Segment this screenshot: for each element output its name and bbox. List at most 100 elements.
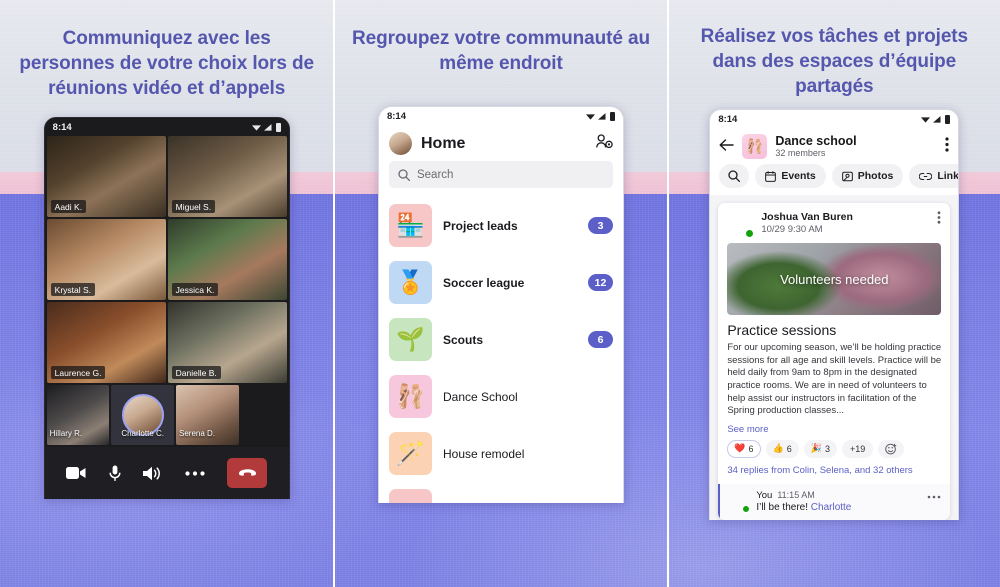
reaction-count: 3 [825,443,831,454]
list-item[interactable]: 🏅 Soccer league 12 [379,254,623,311]
post-title: Practice sessions [727,322,837,339]
reaction-overflow-count[interactable]: +19 [842,439,874,458]
list-item[interactable]: 🩰 Dance School [379,368,623,425]
list-item[interactable]: 🏪 Project leads 3 [379,197,623,254]
participant-name: Aadi K. [50,200,87,213]
add-reaction-icon[interactable] [878,439,905,458]
wifi-icon [251,124,261,131]
video-tile[interactable]: Laurence G. [46,302,166,383]
avatar[interactable] [388,132,412,155]
status-time: 8:14 [386,110,406,122]
thumbsup-emoji: 👍 [772,443,784,454]
reaction-count: 6 [748,443,754,454]
photo-icon [841,171,853,181]
phone-mockup-home: 8:14 Home Search 🏪 Project leads 3 🏅 Soc… [377,106,624,503]
video-thumb-active-speaker[interactable]: Charlotte C. [111,385,174,445]
status-icons [585,111,615,121]
microphone-icon[interactable] [108,465,121,482]
chip-search[interactable] [719,164,750,189]
post-banner-image[interactable]: Volunteers needed [727,243,942,316]
home-header: Home [379,125,623,161]
chip-label: Links [937,170,958,183]
reply-text: I’ll be there! Charlotte [756,502,920,513]
manage-people-icon[interactable] [596,133,613,154]
list-item-partial[interactable] [379,482,623,503]
reaction-bar: ❤️ 6 👍 6 🎉 3 +19 [718,439,950,465]
avatar[interactable] [727,490,751,513]
video-strip: Hillary R. Charlotte C. Serena D. [45,383,289,445]
participant-name: Krystal S. [50,283,96,296]
phone-mockup-call: 8:14 Aadi K. Miguel S. Krystal S. Jessic… [43,117,290,499]
status-icons [251,122,281,132]
panel-communities: Regroupez votre communauté au même endro… [333,0,666,587]
search-placeholder: Search [416,168,454,181]
wifi-icon [921,116,931,123]
avatar[interactable] [727,211,755,239]
participant-name: Hillary R. [49,429,83,438]
more-vertical-icon[interactable] [945,136,949,157]
link-icon [919,172,933,180]
video-tile[interactable]: Jessica K. [167,219,287,300]
chip-photos[interactable]: Photos [831,164,904,189]
video-tile[interactable]: Miguel S. [167,136,287,217]
more-vertical-icon[interactable] [937,211,941,229]
community-icon: 🌱 [388,318,432,361]
reaction-celebrate[interactable]: 🎉 3 [803,439,838,458]
chip-links[interactable]: Links [909,164,959,189]
list-item[interactable]: 🪄 House remodel [379,425,623,482]
community-name: Project leads [442,218,518,233]
replies-summary[interactable]: 34 replies from Colin, Selena, and 32 ot… [718,465,950,484]
community-icon [388,489,432,503]
reaction-thumbsup[interactable]: 👍 6 [765,439,799,458]
participant-name: Jessica K. [171,283,219,296]
reaction-heart[interactable]: ❤️ 6 [727,439,761,458]
banner-caption: Volunteers needed [780,271,889,287]
community-icon: 🩰 [388,375,432,418]
mention-link[interactable]: Charlotte [811,502,852,513]
speaker-icon[interactable] [143,466,162,481]
video-thumb[interactable]: Hillary R. [46,385,110,445]
back-arrow-icon[interactable] [719,138,735,156]
search-icon [398,168,410,181]
status-time: 8:14 [718,113,738,125]
search-input[interactable]: Search [388,161,613,188]
participant-name: Serena D. [179,429,216,438]
chip-events[interactable]: Events [755,164,826,189]
video-thumb[interactable] [241,385,287,445]
channel-members: 32 members [775,148,826,159]
more-icon[interactable] [185,470,205,476]
panel-headline: Réalisez vos tâches et projets dans des … [700,26,968,97]
community-name: House remodel [442,446,525,461]
community-name: Dance School [442,389,518,404]
hangup-icon[interactable] [227,458,268,488]
video-tile[interactable]: Krystal S. [46,219,166,300]
presence-available-icon [745,229,755,239]
participant-name: Charlotte C. [121,429,164,438]
camera-icon[interactable] [65,466,86,480]
video-grid: Aadi K. Miguel S. Krystal S. Jessica K. … [45,136,289,383]
signal-icon [933,115,941,123]
unread-badge: 3 [587,217,613,234]
post-author: Joshua Van Buren [761,211,853,224]
post-card: Joshua Van Buren 10/29 9:30 AM Volunteer… [718,203,951,520]
promo-screenshot: Communiquez avec les personnes de votre … [0,0,1000,587]
post-header: Joshua Van Buren 10/29 9:30 AM [718,203,950,243]
phone-mockup-channel: 8:14 🩰 Dance school 32 members Events Ph… [709,109,960,520]
more-horizontal-icon[interactable] [927,490,941,502]
reply-item[interactable]: You 11:15 AM I’ll be there! Charlotte [718,483,951,520]
participant-name: Miguel S. [171,200,216,213]
video-thumb[interactable]: Serena D. [176,385,239,445]
heart-emoji: ❤️ [734,443,746,454]
see-more-link[interactable]: See more [718,418,950,440]
chip-label: Events [781,170,816,183]
video-tile[interactable]: Danielle B. [167,302,287,383]
unread-badge: 6 [587,331,613,348]
list-item[interactable]: 🌱 Scouts 6 [379,311,623,368]
reaction-count: 6 [786,443,792,454]
battery-icon [945,114,951,124]
video-tile[interactable]: Aadi K. [46,136,166,217]
calendar-icon [765,170,777,182]
panel-video-calls: Communiquez avec les personnes de votre … [0,0,333,587]
status-bar: 8:14 [710,110,959,128]
community-icon: 🪄 [388,432,432,475]
